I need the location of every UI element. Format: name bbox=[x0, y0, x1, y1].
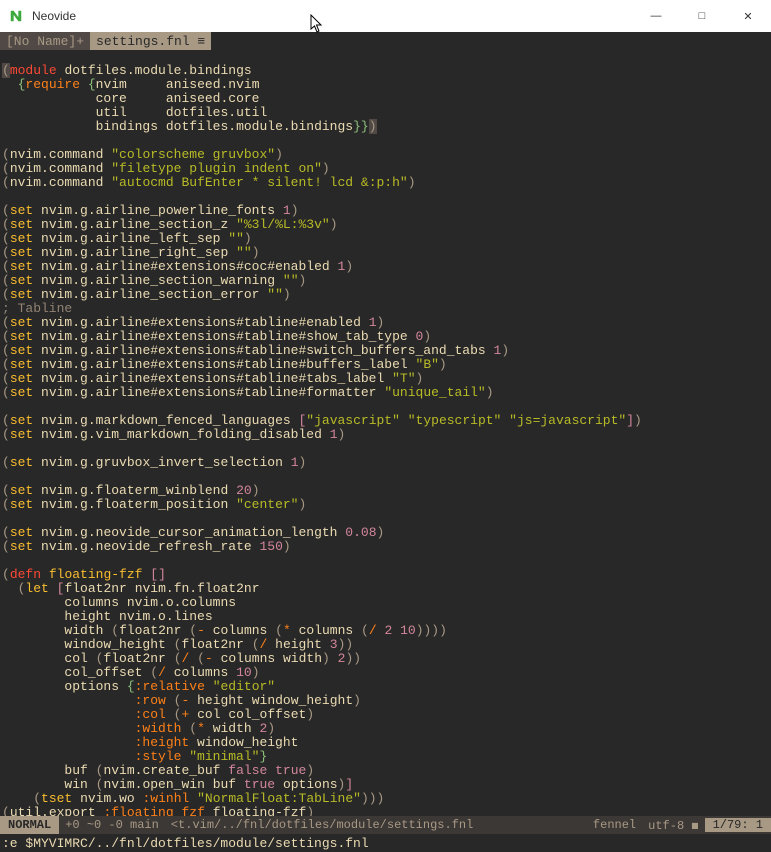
app-icon bbox=[8, 8, 24, 24]
status-git: +0 ~0 -0 main bbox=[59, 818, 165, 832]
window-titlebar: Neovide — □ ✕ bbox=[0, 0, 771, 32]
statusline: NORMAL +0 ~0 -0 main <t.vim/../fnl/dotfi… bbox=[0, 816, 771, 834]
tab-settings-fnl[interactable]: settings.fnl ≡ bbox=[90, 32, 211, 50]
window-title: Neovide bbox=[32, 9, 633, 23]
maximize-button[interactable]: □ bbox=[679, 0, 725, 32]
editor-content[interactable]: (module dotfiles.module.bindings {requir… bbox=[0, 50, 771, 820]
tab-noname[interactable]: [No Name]+ bbox=[0, 32, 90, 50]
status-mode: NORMAL bbox=[0, 816, 59, 834]
status-filename: <t.vim/../fnl/dotfiles/module/settings.f… bbox=[165, 818, 587, 832]
status-position: 1/79: 1 bbox=[705, 818, 771, 832]
command-line[interactable]: :e $MYVIMRC/../fnl/dotfiles/module/setti… bbox=[0, 834, 771, 852]
minimize-button[interactable]: — bbox=[633, 0, 679, 32]
status-encoding: utf-8 ◼ bbox=[642, 818, 704, 833]
status-filetype: fennel bbox=[587, 818, 642, 832]
close-button[interactable]: ✕ bbox=[725, 0, 771, 32]
tabline: [No Name]+ settings.fnl ≡ bbox=[0, 32, 771, 50]
